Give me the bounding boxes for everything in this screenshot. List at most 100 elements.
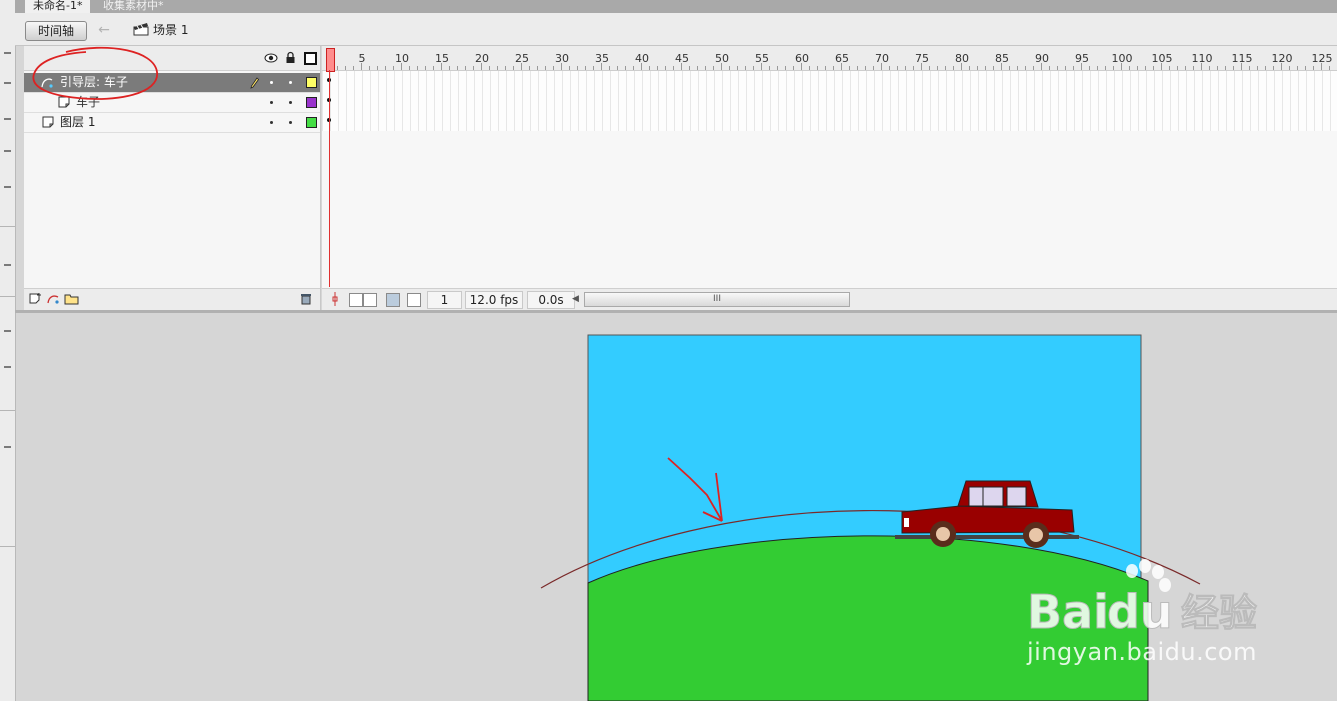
ruler-tick bbox=[1177, 66, 1178, 70]
document-tab-active[interactable]: 未命名-1* bbox=[25, 0, 91, 13]
ruler-tick bbox=[865, 66, 866, 70]
horizontal-scrollbar-thumb[interactable]: III bbox=[584, 292, 850, 307]
lock-dot[interactable] bbox=[289, 121, 292, 124]
ruler-tick bbox=[697, 66, 698, 70]
ruler-tick bbox=[953, 66, 954, 70]
ruler-tick bbox=[737, 66, 738, 70]
lock-dot[interactable] bbox=[289, 101, 292, 104]
ruler-tick bbox=[721, 63, 722, 70]
outline-icon[interactable] bbox=[304, 52, 317, 65]
ruler-tick bbox=[1321, 63, 1322, 70]
tool-tick[interactable] bbox=[4, 366, 11, 368]
modify-onion-markers-icon[interactable] bbox=[407, 293, 421, 307]
lock-icon[interactable] bbox=[285, 51, 296, 64]
trash-icon[interactable] bbox=[300, 292, 312, 305]
visibility-dot[interactable] bbox=[270, 121, 273, 124]
elapsed-time-field[interactable]: 0.0s bbox=[527, 291, 575, 309]
ruler-tick bbox=[801, 63, 802, 70]
ruler-tick bbox=[841, 63, 842, 70]
tool-tick[interactable] bbox=[4, 186, 11, 188]
tool-tick[interactable] bbox=[4, 52, 11, 54]
visibility-dot[interactable] bbox=[270, 101, 273, 104]
ruler-tick bbox=[1209, 66, 1210, 70]
ruler-label: 30 bbox=[555, 52, 569, 65]
ruler-tick bbox=[369, 66, 370, 70]
ruler-tick bbox=[681, 63, 682, 70]
ruler-tick bbox=[1289, 66, 1290, 70]
ruler-tick bbox=[961, 63, 962, 70]
ruler-tick bbox=[945, 66, 946, 70]
ruler-tick bbox=[1073, 66, 1074, 70]
current-frame-field[interactable]: 1 bbox=[427, 291, 462, 309]
ruler-tick bbox=[769, 66, 770, 70]
onion-outline-icon[interactable] bbox=[363, 293, 377, 307]
ruler-tick bbox=[465, 66, 466, 70]
tool-tick[interactable] bbox=[4, 330, 11, 332]
ruler-tick bbox=[1057, 66, 1058, 70]
ruler-tick bbox=[425, 66, 426, 70]
layer-name[interactable]: 图层 1 bbox=[60, 113, 95, 132]
insert-folder-icon[interactable] bbox=[64, 292, 79, 305]
playhead[interactable] bbox=[326, 48, 335, 72]
add-guide-layer-icon[interactable] bbox=[46, 292, 60, 305]
ruler-tick bbox=[1033, 66, 1034, 70]
scroll-left-arrow-icon[interactable]: ◀ bbox=[572, 292, 582, 306]
ruler-label: 90 bbox=[1035, 52, 1049, 65]
tool-separator bbox=[0, 296, 15, 297]
tool-tick[interactable] bbox=[4, 82, 11, 84]
ruler-tick bbox=[1249, 66, 1250, 70]
layer-row-base[interactable]: 图层 1 bbox=[24, 113, 320, 133]
ruler-tick bbox=[937, 66, 938, 70]
ruler-label: 85 bbox=[995, 52, 1009, 65]
ruler-tick bbox=[417, 66, 418, 70]
ruler-tick bbox=[1273, 66, 1274, 70]
timeline-footer: 1 12.0 fps 0.0s ◀ III bbox=[322, 288, 1337, 311]
ruler-tick bbox=[1185, 66, 1186, 70]
frame-grid[interactable] bbox=[322, 71, 1337, 131]
onion-skin-icon[interactable] bbox=[349, 293, 363, 307]
ruler-tick bbox=[497, 66, 498, 70]
frames-panel: 5 10 15 20 25 30 35 40 45 50 55 60 65 70 75 80 85 90 95 100… bbox=[322, 46, 1337, 311]
document-tab[interactable]: 收集素材中* bbox=[95, 0, 172, 13]
document-tabs: 未命名-1* 收集素材中* bbox=[15, 0, 1337, 13]
ruler-tick bbox=[553, 66, 554, 70]
ruler-tick bbox=[897, 66, 898, 70]
tool-tick[interactable] bbox=[4, 118, 11, 120]
ruler-tick bbox=[1281, 63, 1282, 70]
back-arrow-icon[interactable]: ← bbox=[95, 21, 113, 39]
layer-color-swatch[interactable] bbox=[306, 117, 317, 128]
frame-rate-field[interactable]: 12.0 fps bbox=[465, 291, 523, 309]
scene-label[interactable]: 场景 1 bbox=[153, 22, 188, 38]
layer-color-swatch[interactable] bbox=[306, 97, 317, 108]
ruler-tick bbox=[401, 63, 402, 70]
ruler-tick bbox=[361, 63, 362, 70]
ruler-tick bbox=[1121, 63, 1122, 70]
timeline-toggle-button[interactable]: 时间轴 bbox=[25, 21, 87, 41]
center-frame-icon[interactable] bbox=[330, 292, 340, 306]
ruler-tick bbox=[577, 66, 578, 70]
ruler-tick bbox=[1241, 63, 1242, 70]
ruler-tick bbox=[1201, 63, 1202, 70]
frame-ruler[interactable]: 5 10 15 20 25 30 35 40 45 50 55 60 65 70 75 80 85 90 95 100… bbox=[322, 46, 1337, 71]
eye-icon[interactable] bbox=[264, 52, 278, 64]
layer-color-swatch[interactable] bbox=[306, 77, 317, 88]
ruler-label: 100 bbox=[1111, 52, 1133, 65]
tool-tick[interactable] bbox=[4, 264, 11, 266]
ruler-label: 15 bbox=[435, 52, 449, 65]
ruler-tick bbox=[601, 63, 602, 70]
ruler-tick bbox=[537, 66, 538, 70]
lock-dot[interactable] bbox=[289, 81, 292, 84]
insert-layer-icon[interactable] bbox=[29, 292, 43, 305]
watermark-logo: Bai du 经验 bbox=[1027, 559, 1258, 640]
watermark: Bai du 经验 jingyan.baidu.com bbox=[1025, 556, 1325, 676]
edit-multiple-frames-icon[interactable] bbox=[386, 293, 400, 307]
tool-tick[interactable] bbox=[4, 446, 11, 448]
ruler-label: 5 bbox=[358, 52, 366, 65]
tool-tick[interactable] bbox=[4, 150, 11, 152]
ruler-tick bbox=[713, 66, 714, 70]
visibility-dot[interactable] bbox=[270, 81, 273, 84]
clapperboard-icon bbox=[133, 23, 149, 36]
ruler-tick bbox=[545, 66, 546, 70]
ruler-tick bbox=[1233, 66, 1234, 70]
ruler-tick bbox=[761, 63, 762, 70]
